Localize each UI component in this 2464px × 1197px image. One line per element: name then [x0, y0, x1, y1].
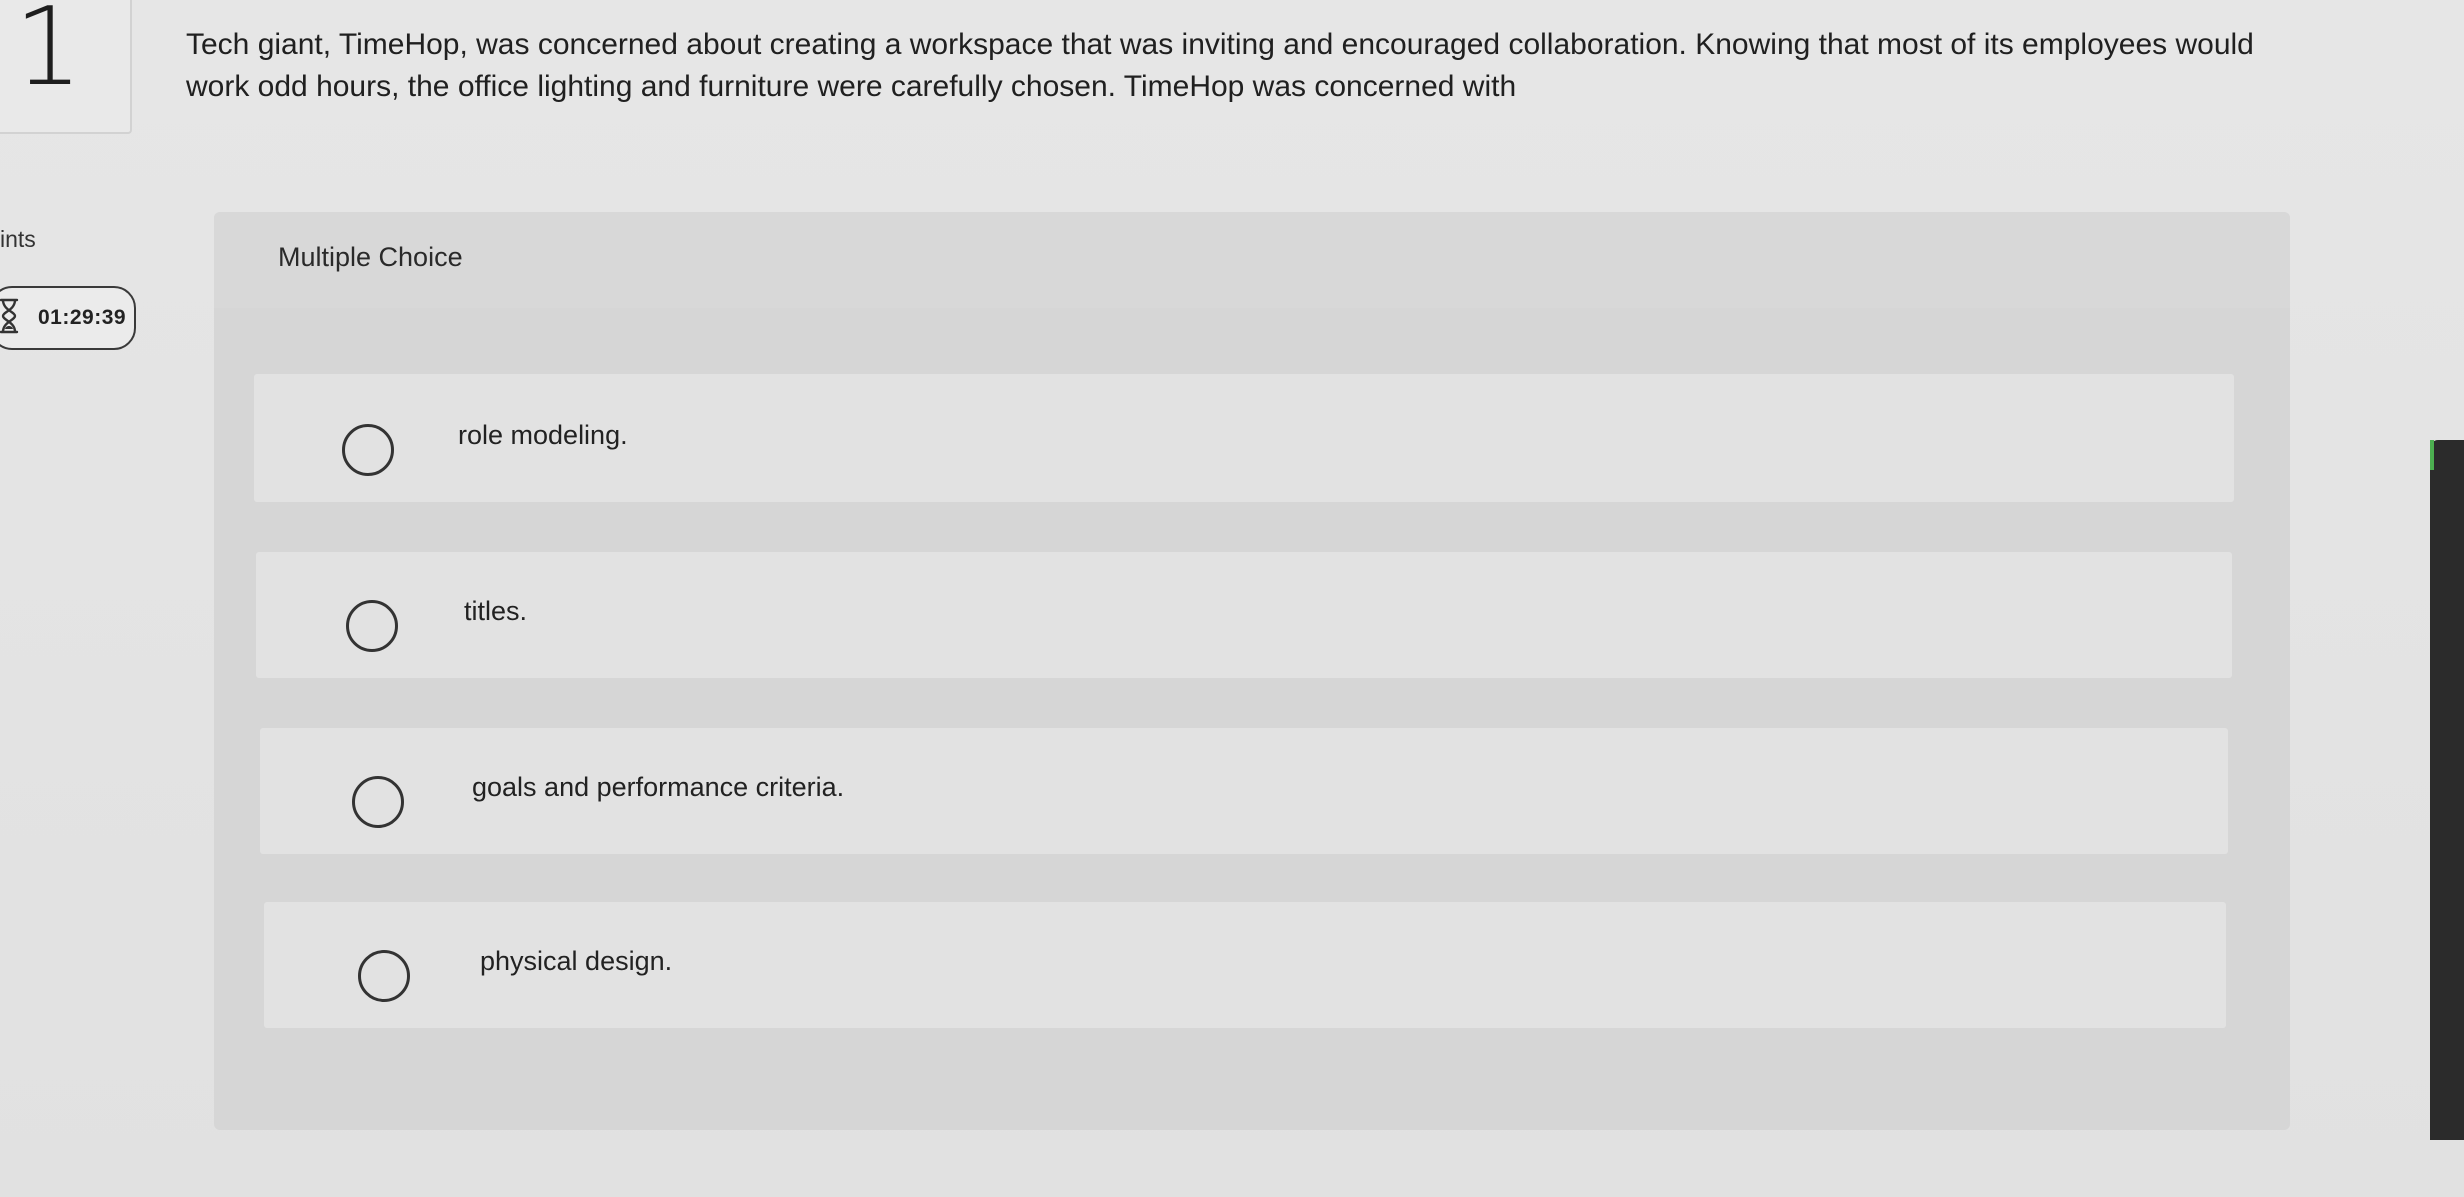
radio-button[interactable] — [346, 600, 398, 652]
answer-option-label: role modeling. — [458, 420, 628, 450]
answer-option[interactable]: physical design. — [264, 902, 2226, 1028]
answer-option-label: goals and performance criteria. — [472, 772, 845, 802]
timer-value: 01:29:39 — [38, 306, 127, 329]
answer-option[interactable]: role modeling. — [254, 374, 2234, 502]
radio-button[interactable] — [342, 424, 394, 476]
multiple-choice-header: Multiple Choice — [214, 212, 2290, 308]
hourglass-icon — [0, 298, 19, 334]
multiple-choice-label: Multiple Choice — [278, 242, 463, 272]
answer-option[interactable]: goals and performance criteria. — [260, 728, 2228, 854]
side-panel-accent — [2430, 440, 2434, 470]
question-number: 1 — [14, 0, 83, 110]
radio-button[interactable] — [358, 950, 410, 1002]
answer-option[interactable]: titles. — [256, 552, 2232, 678]
radio-button[interactable] — [352, 776, 404, 828]
answer-option-label: physical design. — [480, 946, 673, 976]
answer-option-label: titles. — [464, 596, 528, 626]
side-panel-edge — [2430, 440, 2464, 1140]
timer-badge[interactable]: 01:29:39 — [0, 286, 136, 350]
question-prompt: Tech giant, TimeHop, was concerned about… — [186, 28, 2254, 103]
points-label: ints — [0, 226, 36, 252]
question-number-box: 1 — [0, 0, 132, 134]
multiple-choice-panel: Multiple Choice role modeling. titles. g… — [214, 212, 2290, 1130]
